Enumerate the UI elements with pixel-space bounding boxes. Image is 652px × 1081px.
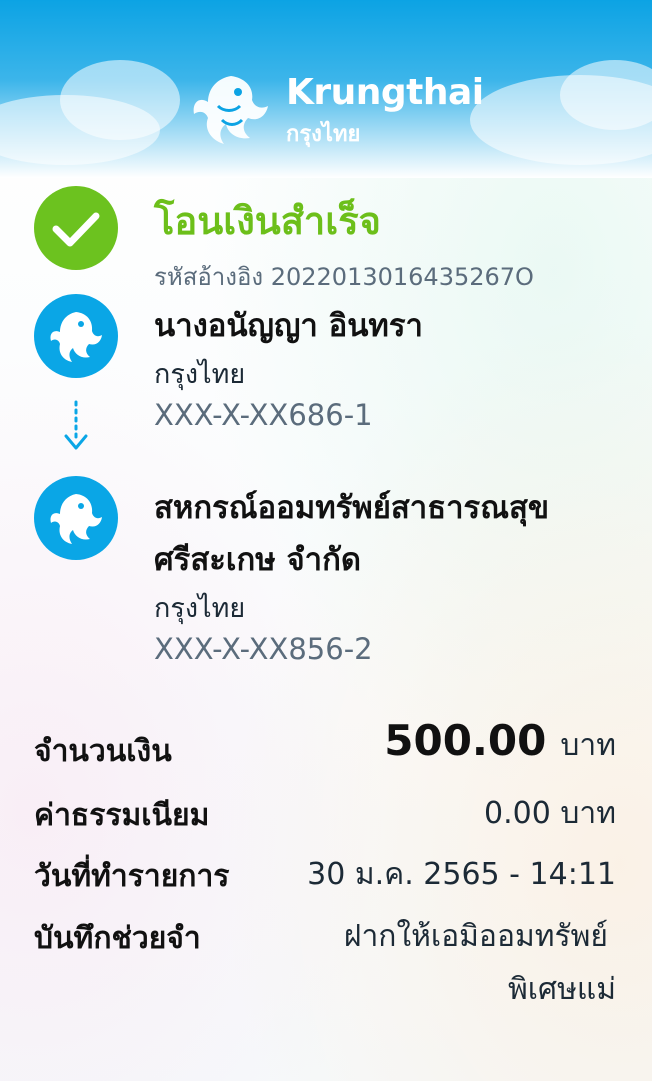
sender-name: นางอนัญญา อินทรา: [154, 308, 423, 344]
brand-logo: Krungthai กรุงไทย: [188, 66, 488, 156]
receiver-name-line1: สหกรณ์ออมทรัพย์สาธารณสุข: [154, 490, 550, 526]
amount-value-row: 500.00 บาท: [384, 716, 616, 769]
cloud-decoration: [60, 60, 180, 140]
brand-name-english: Krungthai: [286, 72, 484, 113]
receiver-account: XXX-X-XX856-2: [154, 632, 373, 666]
check-circle-icon: [34, 186, 118, 270]
amount-value: 500.00: [384, 716, 547, 765]
sender-account: XXX-X-XX686-1: [154, 398, 373, 432]
date-label: วันที่ทำรายการ: [34, 859, 230, 894]
receiver-bank-logo: [34, 476, 118, 560]
receiver-name-line2: ศรีสะเกษ จำกัด: [154, 542, 361, 578]
arrow-down-icon: [64, 400, 88, 450]
date-value: 30 ม.ค. 2565 - 14:11: [307, 857, 616, 892]
fee-label: ค่าธรรมเนียม: [34, 798, 210, 833]
sender-bank: กรุงไทย: [154, 359, 246, 390]
memo-label: บันทึกช่วยจำ: [34, 921, 201, 956]
amount-unit: บาท: [560, 728, 616, 763]
header-banner: Krungthai กรุงไทย: [0, 0, 652, 178]
memo-value-line2: พิเศษแม่: [508, 972, 616, 1007]
amount-label: จำนวนเงิน: [34, 734, 172, 769]
reference-number: รหัสอ้างอิง 2022013016435267O: [154, 263, 534, 291]
receiver-bank: กรุงไทย: [154, 593, 246, 624]
krungthai-phoenix-icon: [193, 76, 268, 144]
sender-bank-logo: [34, 294, 118, 378]
krungthai-phoenix-icon: [50, 312, 102, 362]
krungthai-phoenix-icon: [50, 494, 102, 544]
memo-value-line1: ฝากให้เอมิออมทรัพย์: [343, 919, 608, 954]
fee-value: 0.00 บาท: [484, 796, 616, 831]
brand-name-thai: กรุงไทย: [286, 122, 361, 147]
transfer-success-title: โอนเงินสำเร็จ: [154, 199, 381, 243]
